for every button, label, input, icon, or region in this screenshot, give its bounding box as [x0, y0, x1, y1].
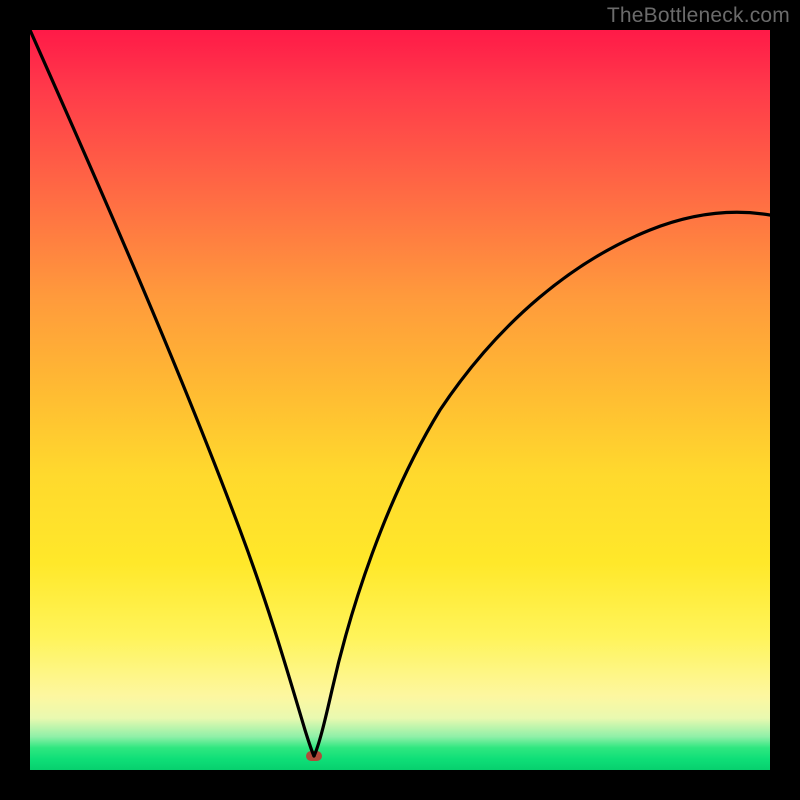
chart-frame: TheBottleneck.com [0, 0, 800, 800]
curve-right-branch [314, 212, 770, 756]
watermark-text: TheBottleneck.com [607, 4, 790, 28]
curve-left-branch [30, 30, 314, 756]
bottleneck-curve [30, 30, 770, 770]
plot-area [30, 30, 770, 770]
